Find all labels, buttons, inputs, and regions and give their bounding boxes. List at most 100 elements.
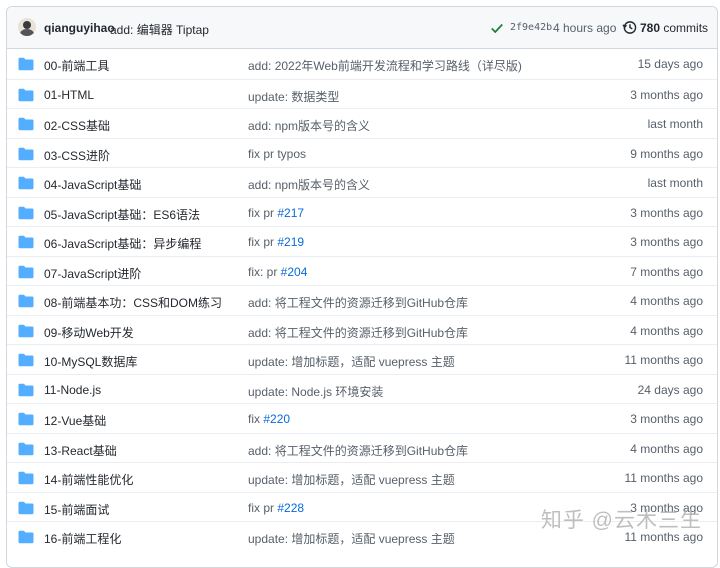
file-commit-message[interactable]: add: 2022年Web前端开发流程和学习路线（详尽版) <box>248 57 522 74</box>
file-commit-age[interactable]: 3 months ago <box>630 206 703 220</box>
file-name-link[interactable]: 16-前端工程化 <box>44 530 121 547</box>
folder-icon <box>18 57 34 71</box>
file-commit-message-text: add: 将工程文件的资源迁移到GitHub仓库 <box>248 326 468 340</box>
folder-icon <box>18 88 34 102</box>
folder-icon <box>18 383 34 397</box>
avatar[interactable] <box>18 18 36 36</box>
folder-icon <box>18 294 34 308</box>
file-commit-message[interactable]: fix pr #228 <box>248 501 304 515</box>
file-commit-message-text: update: 增加标题，适配 vuepress 主题 <box>248 532 455 546</box>
file-name-link[interactable]: 09-移动Web开发 <box>44 324 134 341</box>
file-row[interactable]: 14-前端性能优化 update: 增加标题，适配 vuepress 主题 11 m… <box>7 462 717 493</box>
file-commit-message[interactable]: fix: pr #204 <box>248 265 307 279</box>
file-name-link[interactable]: 07-JavaScript进阶 <box>44 265 141 282</box>
file-commit-message-text: update: Node.js 环境安装 <box>248 385 383 399</box>
file-name-link[interactable]: 12-Vue基础 <box>44 412 106 429</box>
file-commit-message-text: fix <box>248 412 263 426</box>
pull-request-link[interactable]: #220 <box>263 412 290 426</box>
file-commit-age[interactable]: 11 months ago <box>625 353 704 367</box>
folder-icon <box>18 147 34 161</box>
file-name-link[interactable]: 08-前端基本功：CSS和DOM练习 <box>44 294 222 311</box>
file-commit-age[interactable]: last month <box>648 176 703 190</box>
file-commit-message[interactable]: update: Node.js 环境安装 <box>248 383 383 400</box>
pull-request-link[interactable]: #228 <box>277 501 304 515</box>
file-name-link[interactable]: 06-JavaScript基础：异步编程 <box>44 235 201 252</box>
file-row[interactable]: 03-CSS进阶 fix pr typos 9 months ago <box>7 138 717 169</box>
file-commit-age[interactable]: 24 days ago <box>638 383 703 397</box>
file-commit-message-text: add: 将工程文件的资源迁移到GitHub仓库 <box>248 444 468 458</box>
file-name-link[interactable]: 15-前端面试 <box>44 501 109 518</box>
file-commit-message[interactable]: fix pr #219 <box>248 235 304 249</box>
pull-request-link[interactable]: #204 <box>281 265 308 279</box>
folder-icon <box>18 324 34 338</box>
check-icon[interactable] <box>490 21 504 35</box>
history-icon[interactable] <box>622 20 637 35</box>
commit-message[interactable]: add: 编辑器 Tiptap <box>110 21 209 38</box>
file-commit-message[interactable]: fix pr typos <box>248 147 306 161</box>
folder-icon <box>18 206 34 220</box>
file-commit-message[interactable]: add: 将工程文件的资源迁移到GitHub仓库 <box>248 442 468 459</box>
file-commit-message[interactable]: fix #220 <box>248 412 290 426</box>
file-name-link[interactable]: 02-CSS基础 <box>44 117 110 134</box>
file-row[interactable]: 08-前端基本功：CSS和DOM练习 add: 将工程文件的资源迁移到GitHub… <box>7 285 717 316</box>
file-name-link[interactable]: 01-HTML <box>44 88 94 102</box>
file-row[interactable]: 05-JavaScript基础：ES6语法 fix pr #217 3 months… <box>7 197 717 228</box>
file-commit-message-text: update: 数据类型 <box>248 90 339 104</box>
file-name-link[interactable]: 04-JavaScript基础 <box>44 176 141 193</box>
file-commit-age[interactable]: 3 months ago <box>630 88 703 102</box>
file-commit-age[interactable]: 3 months ago <box>630 412 703 426</box>
file-commit-message-text: add: npm版本号的含义 <box>248 119 370 133</box>
pull-request-link[interactable]: #219 <box>277 235 304 249</box>
file-row[interactable]: 09-移动Web开发 add: 将工程文件的资源迁移到GitHub仓库 4 mont… <box>7 315 717 346</box>
file-row[interactable]: 11-Node.js update: Node.js 环境安装 24 days ag… <box>7 374 717 405</box>
file-row[interactable]: 07-JavaScript进阶 fix: pr #204 7 months ago <box>7 256 717 287</box>
file-commit-age[interactable]: 3 months ago <box>630 235 703 249</box>
folder-icon <box>18 117 34 131</box>
file-name-link[interactable]: 00-前端工具 <box>44 57 109 74</box>
folder-icon <box>18 412 34 426</box>
file-name-link[interactable]: 05-JavaScript基础：ES6语法 <box>44 206 200 223</box>
file-commit-age[interactable]: 11 months ago <box>625 471 704 485</box>
commits-link[interactable]: 780 commits <box>640 21 708 35</box>
file-commit-message-text: fix pr typos <box>248 147 306 161</box>
file-name-link[interactable]: 10-MySQL数据库 <box>44 353 137 370</box>
file-commit-message[interactable]: fix pr #217 <box>248 206 304 220</box>
file-commit-age[interactable]: last month <box>648 117 703 131</box>
file-commit-message-text: fix pr <box>248 501 277 515</box>
file-commit-message[interactable]: update: 数据类型 <box>248 88 339 105</box>
folder-icon <box>18 442 34 456</box>
pull-request-link[interactable]: #217 <box>277 206 304 220</box>
file-commit-message[interactable]: update: 增加标题，适配 vuepress 主题 <box>248 530 455 547</box>
file-commit-age[interactable]: 7 months ago <box>630 265 703 279</box>
file-commit-message[interactable]: update: 增加标题，适配 vuepress 主题 <box>248 353 455 370</box>
file-row[interactable]: 10-MySQL数据库 update: 增加标题，适配 vuepress 主题 11… <box>7 344 717 375</box>
file-row[interactable]: 04-JavaScript基础 add: npm版本号的含义 last month <box>7 167 717 198</box>
file-commit-message[interactable]: update: 增加标题，适配 vuepress 主题 <box>248 471 455 488</box>
file-row[interactable]: 06-JavaScript基础：异步编程 fix pr #219 3 months … <box>7 226 717 257</box>
file-name-link[interactable]: 13-React基础 <box>44 442 117 459</box>
commit-author[interactable]: qianguyihao <box>44 21 115 35</box>
file-commit-message[interactable]: add: npm版本号的含义 <box>248 117 370 134</box>
file-commit-age[interactable]: 4 months ago <box>630 324 703 338</box>
file-commit-message[interactable]: add: npm版本号的含义 <box>248 176 370 193</box>
file-commit-message[interactable]: add: 将工程文件的资源迁移到GitHub仓库 <box>248 324 468 341</box>
file-commit-message-text: update: 增加标题，适配 vuepress 主题 <box>248 355 455 369</box>
file-commit-message[interactable]: add: 将工程文件的资源迁移到GitHub仓库 <box>248 294 468 311</box>
commit-sha[interactable]: 2f9e42b <box>510 22 552 33</box>
file-commit-age[interactable]: 15 days ago <box>638 57 703 71</box>
file-commit-age[interactable]: 4 months ago <box>630 294 703 308</box>
file-name-link[interactable]: 11-Node.js <box>44 383 101 397</box>
file-commit-message-text: add: 2022年Web前端开发流程和学习路线（详尽版) <box>248 59 522 73</box>
file-row[interactable]: 01-HTML update: 数据类型 3 months ago <box>7 79 717 110</box>
file-row[interactable]: 12-Vue基础 fix #220 3 months ago <box>7 403 717 434</box>
file-row[interactable]: 00-前端工具 add: 2022年Web前端开发流程和学习路线（详尽版) 15 d… <box>7 49 717 79</box>
file-browser: qianguyihao add: 编辑器 Tiptap 2f9e42b 4 ho… <box>6 6 718 568</box>
file-name-link[interactable]: 14-前端性能优化 <box>44 471 133 488</box>
file-commit-age[interactable]: 4 months ago <box>630 442 703 456</box>
file-name-link[interactable]: 03-CSS进阶 <box>44 147 110 164</box>
file-commit-age[interactable]: 9 months ago <box>630 147 703 161</box>
folder-icon <box>18 235 34 249</box>
file-row[interactable]: 02-CSS基础 add: npm版本号的含义 last month <box>7 108 717 139</box>
commit-time[interactable]: 4 hours ago <box>553 21 616 35</box>
file-row[interactable]: 13-React基础 add: 将工程文件的资源迁移到GitHub仓库 4 mont… <box>7 433 717 464</box>
